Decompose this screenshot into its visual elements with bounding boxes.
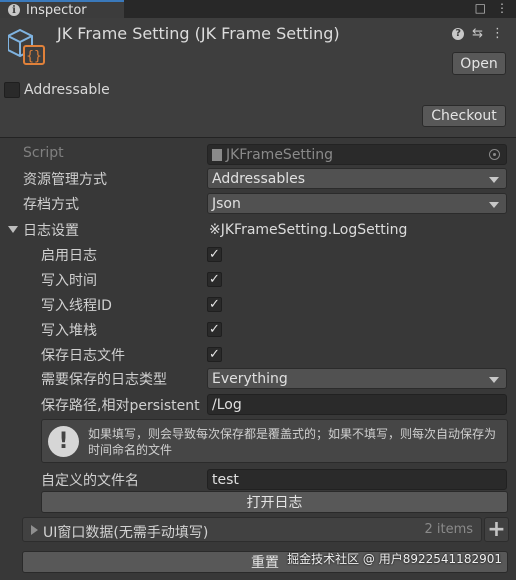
warning-icon: ! bbox=[48, 426, 79, 457]
inspector-header: {} JK Frame Setting (JK Frame Setting) ?… bbox=[0, 18, 516, 138]
scriptable-object-icon: {} bbox=[8, 28, 45, 65]
open-log-button[interactable]: 打开日志 bbox=[41, 491, 508, 513]
write-stack-checkbox[interactable]: ✓ bbox=[207, 322, 222, 337]
save-path-input[interactable]: /Log bbox=[207, 394, 507, 415]
write-thread-label: 写入线程ID bbox=[41, 298, 112, 314]
custom-file-name-label: 自定义的文件名 bbox=[41, 473, 139, 489]
resource-mode-row: 资源管理方式 Addressables bbox=[0, 166, 516, 191]
write-thread-row: 写入线程ID ✓ bbox=[0, 292, 516, 317]
save-log-types-dropdown[interactable]: Everything bbox=[207, 368, 507, 389]
header-tools: ? ⇆ ⋮ bbox=[452, 26, 504, 41]
tab-tools: □ ⋮ bbox=[475, 1, 508, 15]
foldout-arrow-icon[interactable] bbox=[31, 525, 38, 535]
script-row: Script JKFrameSetting bbox=[0, 142, 516, 167]
addressable-checkbox[interactable] bbox=[4, 82, 20, 98]
write-time-row: 写入时间 ✓ bbox=[0, 267, 516, 292]
object-title: JK Frame Setting (JK Frame Setting) bbox=[57, 24, 340, 43]
dropdown-caret-icon bbox=[489, 177, 499, 183]
ui-window-list-header[interactable]: UI窗口数据(无需手动填写) 2 items bbox=[22, 517, 482, 542]
tab-title: Inspector bbox=[26, 2, 87, 18]
log-setting-label[interactable]: 日志设置 bbox=[23, 220, 79, 240]
preset-icon[interactable]: ⇆ bbox=[472, 26, 483, 41]
lock-icon[interactable]: □ bbox=[475, 1, 486, 15]
enable-log-checkbox[interactable]: ✓ bbox=[207, 247, 222, 262]
dropdown-caret-icon bbox=[489, 202, 499, 208]
custom-file-name-input[interactable]: test bbox=[207, 469, 507, 490]
save-mode-value: Json bbox=[212, 195, 241, 212]
script-file-icon bbox=[212, 148, 222, 161]
more-icon[interactable]: ⋮ bbox=[496, 1, 508, 15]
save-log-file-row: 保存日志文件 ✓ bbox=[0, 342, 516, 367]
enable-log-row: 启用日志 ✓ bbox=[0, 242, 516, 267]
addressable-label: Addressable bbox=[24, 82, 110, 98]
open-button[interactable]: Open bbox=[452, 52, 506, 75]
save-mode-dropdown[interactable]: Json bbox=[207, 193, 507, 214]
ui-window-list-label: UI窗口数据(无需手动填写) bbox=[43, 525, 209, 541]
help-box: ! 如果填写，则会导致每次保存都是覆盖式的；如果不填写，则每次自动保存为时间命名… bbox=[41, 419, 508, 463]
write-stack-row: 写入堆栈 ✓ bbox=[0, 317, 516, 342]
save-log-file-label: 保存日志文件 bbox=[41, 348, 125, 364]
resource-mode-dropdown[interactable]: Addressables bbox=[207, 168, 507, 189]
save-mode-row: 存档方式 Json bbox=[0, 191, 516, 216]
script-value: JKFrameSetting bbox=[226, 146, 334, 163]
save-log-types-value: Everything bbox=[212, 370, 288, 387]
info-icon: i bbox=[8, 4, 20, 16]
more-icon[interactable]: ⋮ bbox=[491, 26, 504, 41]
log-setting-type: ※JKFrameSetting.LogSetting bbox=[209, 221, 408, 238]
custom-file-name-row: 自定义的文件名 test bbox=[0, 467, 516, 492]
save-mode-label: 存档方式 bbox=[23, 197, 79, 213]
foldout-arrow-icon[interactable] bbox=[8, 226, 18, 233]
dropdown-caret-icon bbox=[489, 377, 499, 383]
write-time-checkbox[interactable]: ✓ bbox=[207, 272, 222, 287]
tab-inspector[interactable]: i Inspector bbox=[0, 0, 124, 18]
tab-bar: i Inspector □ ⋮ bbox=[0, 0, 516, 18]
object-picker-icon[interactable] bbox=[489, 149, 500, 160]
save-log-types-row: 需要保存的日志类型 Everything bbox=[0, 366, 516, 391]
save-log-types-label: 需要保存的日志类型 bbox=[41, 372, 167, 388]
save-log-file-checkbox[interactable]: ✓ bbox=[207, 347, 222, 362]
write-thread-checkbox[interactable]: ✓ bbox=[207, 297, 222, 312]
checkout-button[interactable]: Checkout bbox=[422, 105, 506, 127]
ui-window-list-count: 2 items bbox=[424, 522, 473, 537]
help-text: 如果填写，则会导致每次保存都是覆盖式的；如果不填写，则每次自动保存为时间命名的文… bbox=[88, 427, 497, 457]
script-field[interactable]: JKFrameSetting bbox=[207, 144, 507, 165]
save-path-label: 保存路径,相对persistent bbox=[41, 398, 200, 414]
resource-mode-label: 资源管理方式 bbox=[23, 172, 107, 188]
script-label: Script bbox=[23, 145, 64, 161]
watermark: 掘金技术社区 @ 用户8922541182901 bbox=[287, 552, 502, 566]
enable-log-label: 启用日志 bbox=[41, 248, 97, 264]
save-path-row: 保存路径,相对persistent /Log bbox=[0, 392, 516, 417]
plus-icon: + bbox=[487, 517, 506, 542]
add-item-button[interactable]: + bbox=[484, 517, 509, 542]
help-icon[interactable]: ? bbox=[452, 27, 465, 40]
resource-mode-value: Addressables bbox=[212, 170, 306, 187]
write-time-label: 写入时间 bbox=[41, 273, 97, 289]
svg-text:{}: {} bbox=[26, 49, 42, 64]
write-stack-label: 写入堆栈 bbox=[41, 323, 97, 339]
log-setting-row: 日志设置 ※JKFrameSetting.LogSetting bbox=[0, 217, 516, 242]
